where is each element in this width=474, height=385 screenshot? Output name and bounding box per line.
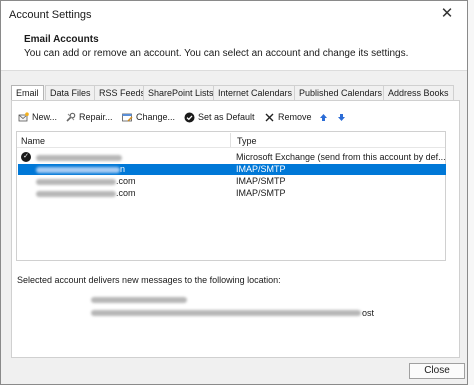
- change-button-label: Change...: [136, 112, 176, 122]
- move-up-button[interactable]: [318, 110, 329, 124]
- background-window-edge: [468, 0, 474, 385]
- account-list[interactable]: Name Type ✓ Microsoft Exchange (send fro…: [16, 131, 446, 261]
- remove-button[interactable]: Remove: [264, 110, 312, 124]
- remove-button-label: Remove: [278, 112, 312, 122]
- title-bar: Account Settings ✕: [1, 1, 467, 28]
- account-row[interactable]: n IMAP/SMTP: [18, 164, 446, 175]
- account-type: IMAP/SMTP: [236, 164, 286, 174]
- account-type: IMAP/SMTP: [236, 176, 286, 186]
- repair-icon: [65, 112, 76, 123]
- close-button[interactable]: Close: [409, 363, 465, 379]
- change-button[interactable]: Change...: [122, 110, 175, 124]
- account-row[interactable]: .com IMAP/SMTP: [18, 188, 446, 199]
- delivery-path-suffix: ost: [362, 308, 375, 318]
- account-settings-dialog: Account Settings ✕ Email Accounts You ca…: [0, 0, 468, 385]
- remove-x-icon: [264, 112, 275, 123]
- delivery-path: ost: [91, 308, 374, 318]
- dialog-header: Email Accounts You can add or remove an …: [1, 28, 467, 71]
- header-title: Email Accounts: [24, 34, 99, 45]
- account-type: IMAP/SMTP: [236, 188, 286, 198]
- tab-published-calendars[interactable]: Published Calendars: [294, 85, 388, 100]
- account-name-suffix: n: [120, 164, 126, 174]
- new-button-label: New...: [32, 112, 58, 122]
- header-description: You can add or remove an account. You ca…: [24, 48, 409, 59]
- account-name: n: [36, 164, 125, 175]
- move-down-button[interactable]: [336, 110, 347, 124]
- window-title: Account Settings: [9, 9, 92, 21]
- tab-email[interactable]: Email: [11, 85, 44, 101]
- account-row[interactable]: ✓ Microsoft Exchange (send from this acc…: [18, 152, 446, 163]
- redacted-text: [91, 297, 187, 304]
- account-name: .com: [36, 188, 136, 199]
- redacted-text: [36, 154, 122, 161]
- account-toolbar: New... Repair... Change... Set as Defaul…: [18, 110, 448, 124]
- tab-address-books[interactable]: Address Books: [383, 85, 454, 100]
- repair-button[interactable]: Repair...: [65, 110, 113, 124]
- account-row[interactable]: .com IMAP/SMTP: [18, 176, 446, 187]
- account-name-suffix: .com: [116, 188, 136, 198]
- column-header-type[interactable]: Type: [237, 136, 257, 146]
- column-header-name[interactable]: Name: [21, 136, 45, 146]
- account-name: .com: [36, 176, 136, 187]
- tab-rss-feeds[interactable]: RSS Feeds: [94, 85, 151, 100]
- arrow-up-icon: [318, 112, 329, 123]
- tab-sharepoint-lists[interactable]: SharePoint Lists: [143, 85, 219, 100]
- set-as-default-label: Set as Default: [198, 112, 255, 122]
- redacted-text: [36, 190, 116, 197]
- redacted-text: [36, 166, 120, 173]
- account-name: [36, 152, 122, 163]
- tab-strip: Email Data Files RSS Feeds SharePoint Li…: [11, 85, 457, 101]
- arrow-down-icon: [336, 112, 347, 123]
- set-as-default-button[interactable]: Set as Default: [184, 110, 255, 124]
- column-divider[interactable]: [230, 133, 231, 147]
- default-account-icon: ✓: [21, 152, 31, 162]
- change-icon: [122, 112, 133, 123]
- delivery-location-label: Selected account delivers new messages t…: [17, 275, 281, 285]
- close-icon[interactable]: ✕: [439, 6, 455, 22]
- account-list-header: Name Type: [17, 132, 445, 148]
- redacted-text: [91, 310, 361, 316]
- email-tab-panel: New... Repair... Change... Set as Defaul…: [11, 100, 460, 358]
- account-type: Microsoft Exchange (send from this accou…: [236, 152, 446, 162]
- account-name-suffix: .com: [116, 176, 136, 186]
- tab-internet-calendars[interactable]: Internet Calendars: [213, 85, 298, 100]
- new-account-icon: [18, 111, 29, 123]
- checkmark-circle-icon: [184, 112, 195, 123]
- redacted-text: [36, 178, 116, 185]
- delivery-folder: [91, 295, 187, 306]
- new-button[interactable]: New...: [18, 110, 57, 124]
- tab-data-files[interactable]: Data Files: [45, 85, 96, 100]
- repair-button-label: Repair...: [79, 112, 113, 122]
